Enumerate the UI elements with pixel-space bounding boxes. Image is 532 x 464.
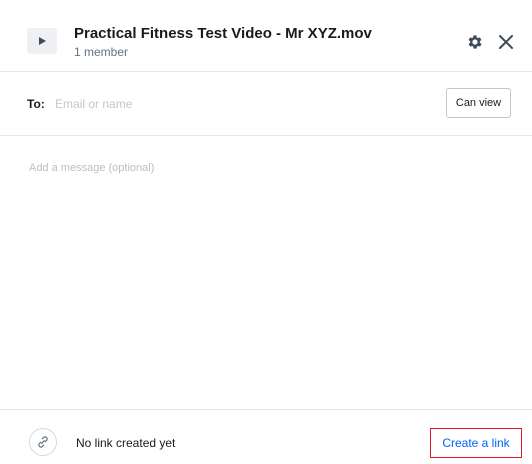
link-icon <box>29 428 57 456</box>
create-link-button[interactable]: Create a link <box>430 428 522 458</box>
close-icon[interactable] <box>497 33 515 51</box>
file-title: Practical Fitness Test Video - Mr XYZ.mo… <box>74 25 372 42</box>
dialog-footer: No link created yet Create a link <box>0 409 532 464</box>
share-dialog: Practical Fitness Test Video - Mr XYZ.mo… <box>0 0 532 464</box>
recipient-input[interactable] <box>55 93 435 115</box>
message-input[interactable] <box>20 150 512 398</box>
link-status-text: No link created yet <box>76 436 176 450</box>
dialog-header: Practical Fitness Test Video - Mr XYZ.mo… <box>0 0 532 72</box>
member-count: 1 member <box>74 45 129 59</box>
play-icon <box>27 28 57 54</box>
gear-icon[interactable] <box>466 33 484 51</box>
to-label: To: <box>27 97 45 111</box>
permission-button[interactable]: Can view <box>446 88 511 118</box>
recipient-row: To: Can view <box>0 72 532 136</box>
